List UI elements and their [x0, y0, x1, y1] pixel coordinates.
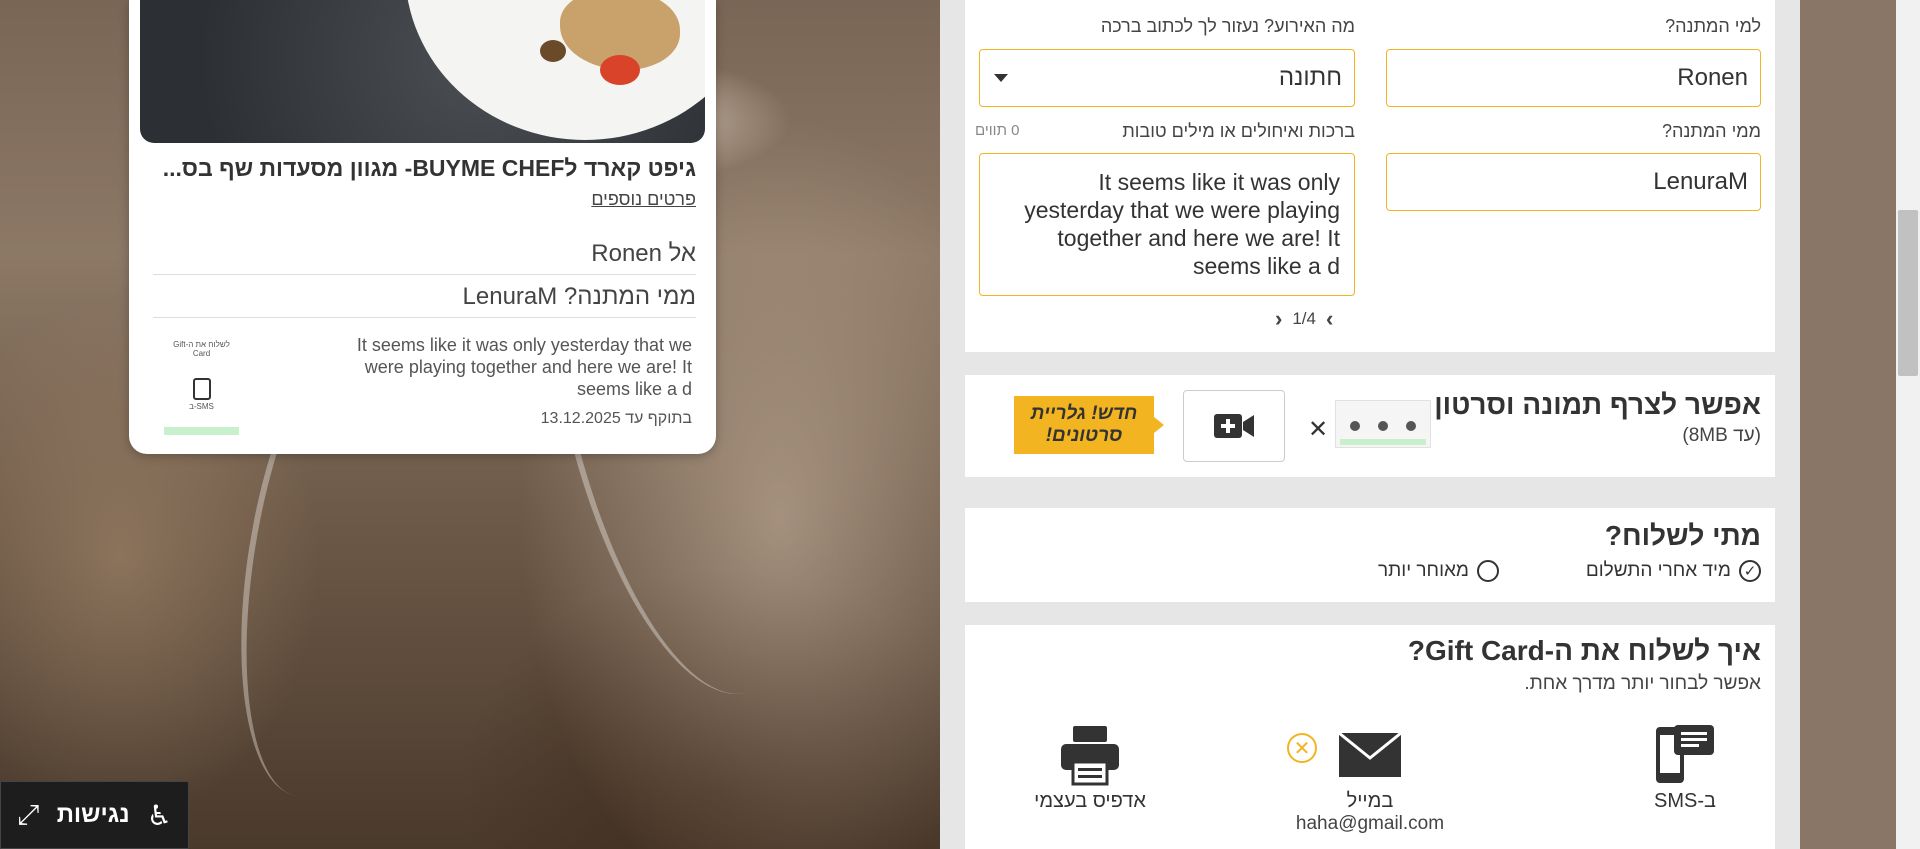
media-section: אפשר לצרף תמונה וסרטון (עד 8MB) ✕ חדש! ג…	[965, 375, 1775, 477]
background-strip	[1800, 0, 1896, 849]
radio-send-now[interactable]: ✓ מיד אחרי התשלום	[1586, 560, 1761, 582]
card-title: גיפט קארד לBUYME CHEF- מגוון מסעדות שף ב…	[162, 155, 696, 181]
gift-card-preview: גיפט קארד לBUYME CHEF- מגוון מסעדות שף ב…	[129, 0, 716, 454]
radio-send-later[interactable]: מאוחר יותר	[1378, 560, 1499, 582]
card-image	[140, 0, 705, 143]
event-value: חתונה	[1278, 64, 1342, 91]
when-title: מתי לשלוח?	[1604, 520, 1761, 551]
char-count: 0 תווים	[975, 122, 1020, 139]
scrollbar[interactable]	[1896, 0, 1920, 849]
printer-icon	[990, 720, 1190, 790]
thumb-sms-label: SMS-ב	[189, 402, 214, 411]
radio-empty-icon	[1477, 560, 1499, 582]
wheelchair-icon: ♿	[146, 799, 172, 831]
chevron-left-icon[interactable]: ‹	[1275, 306, 1282, 332]
scrollbar-thumb[interactable]	[1898, 210, 1918, 376]
sender-label: ממי המתנה?	[1661, 121, 1761, 141]
chevron-right-icon[interactable]: ›	[1326, 306, 1333, 332]
video-camera-icon	[1214, 414, 1254, 438]
delivery-email-label: במייל	[1346, 790, 1394, 812]
envelope-icon	[1270, 720, 1470, 790]
close-icon[interactable]: ✕	[1308, 415, 1328, 444]
details-section: למי המתנה? Ronen מה האירוע? נעזור לך לכת…	[965, 0, 1775, 352]
recipient-value: Ronen	[1677, 64, 1748, 91]
delivery-email-address: haha@gmail.com	[1295, 813, 1445, 834]
greeting-value: It seems like it was only yesterday that…	[1024, 169, 1340, 279]
recipient-input[interactable]: Ronen	[1386, 49, 1761, 107]
delivery-email[interactable]: במייל haha@gmail.com	[1270, 720, 1470, 835]
greeting-label: ברכות ואיחולים או מילים טובות	[1122, 121, 1355, 141]
media-thumbnail	[1335, 400, 1431, 448]
how-subtitle: אפשר לבחור יותר מדרך אחת.	[1524, 673, 1761, 694]
accessibility-label: נגישות	[56, 801, 130, 828]
check-icon: ✓	[1739, 560, 1761, 582]
event-label: מה האירוע? נעזור לך לכתוב ברכה	[1100, 16, 1355, 36]
sms-phone-icon	[1585, 720, 1785, 790]
how-section: איך לשלוח את ה-Gift Card? אפשר לבחור יות…	[965, 625, 1775, 849]
card-from-row: ממי המתנה? LenuraM	[153, 283, 696, 318]
event-select[interactable]: חתונה	[979, 49, 1355, 107]
new-gallery-badge[interactable]: חדש! גלריית סרטונים!	[1014, 396, 1164, 454]
greeting-textarea[interactable]: It seems like it was only yesterday that…	[979, 153, 1355, 296]
phone-icon	[192, 378, 211, 400]
pager-label: 1/4	[1292, 309, 1316, 328]
radio-send-now-label: מיד אחרי התשלום	[1585, 560, 1731, 581]
card-message: It seems like it was only yesterday that…	[356, 335, 692, 399]
delivery-print[interactable]: אדפיס בעצמי	[990, 720, 1190, 813]
how-title: איך לשלוח את ה-Gift Card?	[1407, 635, 1761, 666]
media-title: אפשר לצרף תמונה וסרטון	[1434, 389, 1761, 420]
add-video-button[interactable]	[1183, 390, 1285, 462]
sender-value: LenuraM	[1653, 168, 1748, 195]
more-details-link[interactable]: פרטים נוספים	[591, 189, 696, 210]
expand-icon: ⤢	[17, 798, 40, 830]
chevron-down-icon	[994, 74, 1008, 82]
recipient-label: למי המתנה?	[1665, 16, 1761, 36]
card-valid-until: בתוקף עד 13.12.2025	[540, 410, 692, 427]
sender-input[interactable]: LenuraM	[1386, 153, 1761, 211]
greeting-pager: › 1/4 ‹	[1275, 306, 1333, 332]
accessibility-button[interactable]: ⤢ נגישות ♿	[0, 781, 189, 849]
thumb-caption: לשלוח את ה-Gift Card	[173, 340, 230, 358]
when-section: מתי לשלוח? ✓ מיד אחרי התשלום מאוחר יותר	[965, 508, 1775, 602]
card-to-row: אל Ronen	[153, 240, 696, 275]
delivery-print-label: אדפיס בעצמי	[1034, 790, 1146, 812]
card-thumbnail: לשלוח את ה-Gift Card SMS-ב	[164, 330, 239, 435]
radio-send-later-label: מאוחר יותר	[1377, 560, 1469, 581]
delivery-sms-label: ב-SMS	[1654, 790, 1716, 812]
delivery-sms[interactable]: ב-SMS	[1585, 720, 1785, 813]
media-subtitle: (עד 8MB)	[1682, 425, 1761, 446]
